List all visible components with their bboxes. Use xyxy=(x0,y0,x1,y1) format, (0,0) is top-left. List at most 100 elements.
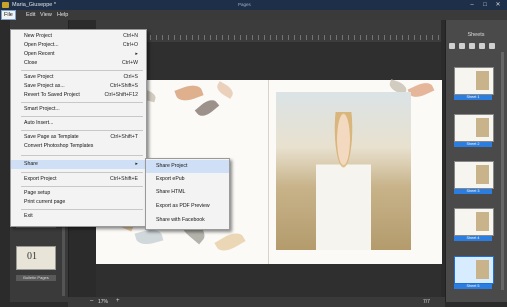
title-bar: Maria_Giuseppe * Pages – □ ✕ xyxy=(0,0,507,10)
sheet-label: Sheet 2 xyxy=(454,142,492,147)
maximize-icon[interactable]: □ xyxy=(479,1,491,9)
menu-item-shortcut: Ctrl+Shift+F12 xyxy=(104,92,138,98)
menu-item-label: Share xyxy=(24,161,38,167)
menu-item-label: Open Recent xyxy=(24,51,55,57)
menu-separator xyxy=(21,172,143,173)
sheet-label: Sheet 3 xyxy=(454,189,492,194)
copy-icon[interactable] xyxy=(479,43,485,49)
submenu-item-label: Share Project xyxy=(156,163,188,169)
sheet-label: Sheet 4 xyxy=(454,236,492,241)
grid-icon[interactable] xyxy=(459,43,465,49)
sheets-toolbar xyxy=(447,42,505,50)
leaf-decoration xyxy=(407,79,435,101)
menu-separator xyxy=(21,102,143,103)
menu-help[interactable]: Help xyxy=(55,11,70,19)
menu-item-save-project[interactable]: Save Project Ctrl+S xyxy=(11,73,146,82)
submenu-item-export-pdf-preview[interactable]: Export as PDF Preview xyxy=(146,200,229,213)
menu-item-label: Auto Insert... xyxy=(24,120,54,126)
menu-item-page-setup[interactable]: Page setup xyxy=(11,189,146,198)
menu-item-label: Revert To Saved Project xyxy=(24,92,80,98)
zoom-in-icon[interactable]: + xyxy=(116,298,120,304)
photo-frame[interactable] xyxy=(276,92,411,250)
left-panel-scrollbar[interactable] xyxy=(62,226,65,296)
menu-item-new-project[interactable]: New Project Ctrl+N xyxy=(11,32,146,41)
menu-separator xyxy=(21,70,143,71)
duplicate-icon[interactable] xyxy=(469,43,475,49)
menu-item-label: Print current page xyxy=(24,199,66,205)
sheet-thumbnail[interactable] xyxy=(454,208,494,236)
sheet-thumbnail[interactable] xyxy=(454,161,494,189)
sheet-label: Sheet 1 xyxy=(454,95,492,100)
submenu-item-share-html[interactable]: Share HTML xyxy=(146,186,229,199)
menu-item-label: Save Page as Template xyxy=(24,134,79,140)
app-icon xyxy=(2,2,9,8)
share-submenu: Share Project Export ePub Share HTML Exp… xyxy=(145,158,230,230)
leaf-decoration xyxy=(214,228,246,256)
leaf-decoration xyxy=(174,81,204,105)
layout-label: Bulletin Pages xyxy=(16,275,56,281)
menu-separator xyxy=(21,116,143,117)
menu-item-label: Exit xyxy=(24,213,33,219)
trash-icon[interactable] xyxy=(489,43,495,49)
submenu-item-label: Export ePub xyxy=(156,176,185,182)
menu-item-label: Open Project... xyxy=(24,42,59,48)
window-title: Maria_Giuseppe * xyxy=(12,2,57,8)
ruler-ticks xyxy=(96,35,441,40)
menu-separator xyxy=(21,209,143,210)
submenu-arrow-icon: ▸ xyxy=(135,51,138,57)
menu-item-label: Save Project as... xyxy=(24,83,65,89)
layout-thumbnail-01[interactable]: 01 xyxy=(16,246,56,270)
menu-item-share[interactable]: Share ▸ xyxy=(11,160,146,169)
menu-item-print-current-page[interactable]: Print current page xyxy=(11,198,146,207)
menu-separator xyxy=(21,130,143,131)
ruler xyxy=(96,20,441,43)
submenu-item-share-project[interactable]: Share Project xyxy=(146,160,229,173)
sheets-title: Sheets xyxy=(467,32,485,38)
menu-item-label: Export Project xyxy=(24,176,57,182)
menu-item-convert-photoshop[interactable]: Convert Photoshop Templates xyxy=(11,142,146,151)
menu-item-save-project-as[interactable]: Save Project as... Ctrl+Shift+S xyxy=(11,82,146,91)
submenu-item-label: Export as PDF Preview xyxy=(156,203,210,209)
menu-item-exit[interactable]: Exit xyxy=(11,212,146,221)
sheet-thumbnail[interactable] xyxy=(454,114,494,142)
menu-item-save-page-template[interactable]: Save Page as Template Ctrl+Shift+T xyxy=(11,133,146,142)
sheets-scrollbar[interactable] xyxy=(501,52,504,290)
menu-item-shortcut: Ctrl+Shift+S xyxy=(110,83,138,89)
file-menu: New Project Ctrl+N Open Project... Ctrl+O … xyxy=(10,29,147,227)
menu-item-open-recent[interactable]: Open Recent ▸ xyxy=(11,50,146,59)
add-sheet-icon[interactable] xyxy=(449,43,455,49)
close-icon[interactable]: ✕ xyxy=(492,1,504,9)
menu-item-shortcut: Ctrl+N xyxy=(123,33,138,39)
menu-item-close[interactable]: Close Ctrl+W xyxy=(11,59,146,68)
submenu-item-label: Share with Facebook xyxy=(156,217,205,223)
menu-separator xyxy=(21,186,143,187)
menu-view[interactable]: View xyxy=(38,11,54,19)
zoom-out-icon[interactable]: – xyxy=(90,298,93,304)
minimize-icon[interactable]: – xyxy=(466,1,478,9)
menu-separator xyxy=(21,155,143,156)
page-indicator: 7/7 xyxy=(423,299,430,305)
menu-item-label: Convert Photoshop Templates xyxy=(24,143,94,149)
menu-item-label: New Project xyxy=(24,33,52,39)
menu-item-smart-project[interactable]: Smart Project... xyxy=(11,105,146,114)
menu-item-shortcut: Ctrl+O xyxy=(122,42,138,48)
menu-item-revert[interactable]: Revert To Saved Project Ctrl+Shift+F12 xyxy=(11,91,146,100)
menu-item-label: Page setup xyxy=(24,190,51,196)
leaf-decoration xyxy=(214,81,236,99)
menu-item-export-project[interactable]: Export Project Ctrl+Shift+E xyxy=(11,175,146,184)
menu-file[interactable]: File xyxy=(1,10,16,20)
sheet-thumbnail-selected[interactable] xyxy=(454,256,494,284)
menu-item-label: Save Project xyxy=(24,74,54,80)
menu-item-shortcut: Ctrl+S xyxy=(123,74,138,80)
submenu-item-export-epub[interactable]: Export ePub xyxy=(146,173,229,186)
submenu-item-share-facebook[interactable]: Share with Facebook xyxy=(146,214,229,227)
menu-item-shortcut: Ctrl+Shift+T xyxy=(110,134,138,140)
window-tag: Pages xyxy=(238,2,251,7)
zoom-level: 17% xyxy=(98,299,109,305)
menu-item-auto-insert[interactable]: Auto Insert... xyxy=(11,119,146,128)
menu-item-open-project[interactable]: Open Project... Ctrl+O xyxy=(11,41,146,50)
menu-edit[interactable]: Edit xyxy=(24,11,37,19)
menu-item-label: Close xyxy=(24,60,38,66)
sheet-thumbnail[interactable] xyxy=(454,67,494,95)
portrait-photo xyxy=(316,112,371,250)
